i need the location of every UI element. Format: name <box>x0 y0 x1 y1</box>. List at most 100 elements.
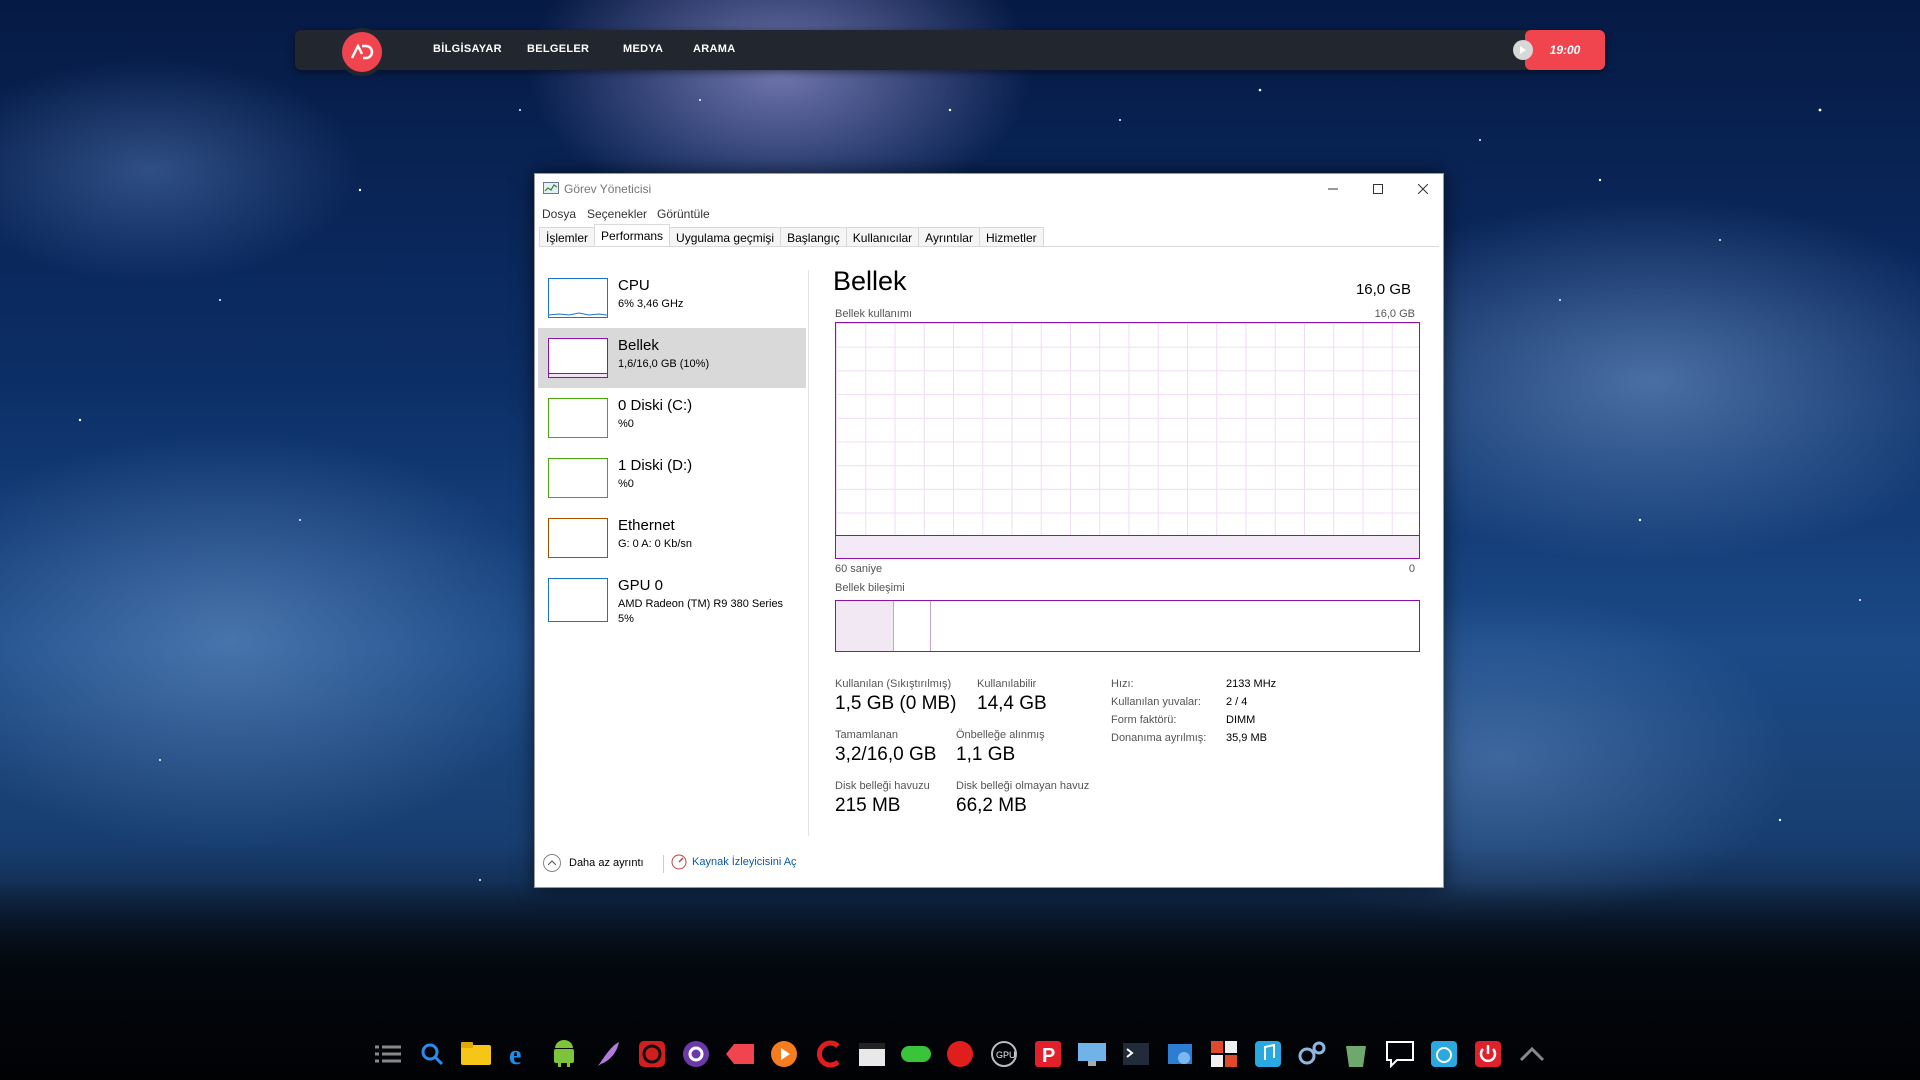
resource-monitor-label: Kaynak İzleyicisini Aç <box>692 856 797 868</box>
menu-dosya[interactable]: Dosya <box>542 207 576 221</box>
play-icon[interactable] <box>766 1036 802 1072</box>
resource-cpu[interactable]: CPU 6% 3,46 GHz <box>538 268 806 328</box>
composition-in-use <box>836 601 894 651</box>
stat-value: 3,2/16,0 GB <box>835 744 937 765</box>
resource-monitor-link[interactable]: Kaynak İzleyicisini Aç <box>671 854 797 870</box>
pinterest-icon[interactable]: P <box>1030 1036 1066 1072</box>
launcher-logo[interactable] <box>338 28 386 76</box>
spec-key: Form faktörü: <box>1111 714 1177 726</box>
minimize-button[interactable] <box>1310 174 1355 204</box>
spec-key: Hızı: <box>1111 678 1134 690</box>
disk-c-thumbnail <box>548 398 608 438</box>
folder-icon[interactable] <box>458 1036 494 1072</box>
composition-label: Bellek bileşimi <box>835 582 905 594</box>
terminal-icon[interactable] <box>1118 1036 1154 1072</box>
android-icon[interactable] <box>546 1036 582 1072</box>
game-icon[interactable] <box>634 1036 670 1072</box>
task-manager-icon <box>543 182 559 194</box>
gpu-icon[interactable]: GPU <box>986 1036 1022 1072</box>
clock[interactable]: 19:00 <box>1525 30 1605 70</box>
nav-belgeler[interactable]: BELGELER <box>527 43 589 55</box>
resource-name: CPU <box>618 277 650 294</box>
close-button[interactable] <box>1400 174 1445 204</box>
monitor-icon[interactable] <box>1074 1036 1110 1072</box>
tab-kullanicilar[interactable]: Kullanıcılar <box>845 227 920 246</box>
resource-sub: AMD Radeon (TM) R9 380 Series 5% <box>618 597 783 627</box>
stat-value: 14,4 GB <box>977 693 1047 714</box>
search-icon[interactable] <box>414 1036 450 1072</box>
red-app-icon[interactable] <box>942 1036 978 1072</box>
maximize-button[interactable] <box>1355 174 1400 204</box>
svg-text:e: e <box>509 1040 521 1068</box>
tab-uygulama-gecmisi[interactable]: Uygulama geçmişi <box>669 227 782 246</box>
stat-label: Kullanılan (Sıkıştırılmış) <box>835 678 952 690</box>
fewer-details-button[interactable]: Daha az ayrıntı <box>543 854 644 872</box>
resource-sub: G: 0 A: 0 Kb/sn <box>618 538 692 550</box>
usage-fill <box>836 534 1419 558</box>
nav-bilgisayar[interactable]: BİLGİSAYAR <box>433 43 502 55</box>
music-icon[interactable] <box>1250 1036 1286 1072</box>
stat-value: 215 MB <box>835 795 901 816</box>
panel-divider <box>808 270 809 836</box>
resource-disk-c[interactable]: 0 Diski (C:) %0 <box>538 388 806 448</box>
power-settings-icon[interactable] <box>1426 1036 1462 1072</box>
play-icon <box>1520 46 1526 54</box>
tab-islemler[interactable]: İşlemler <box>539 227 596 246</box>
nav-arama[interactable]: ARAMA <box>693 43 735 55</box>
nav-medya[interactable]: MEDYA <box>623 43 663 55</box>
app-icon[interactable] <box>810 1036 846 1072</box>
stat-label: Kullanılabilir <box>977 678 1037 690</box>
stat-value: 1,1 GB <box>956 744 1016 765</box>
menu-icon[interactable] <box>370 1036 406 1072</box>
resource-name: 1 Diski (D:) <box>618 457 693 474</box>
browser-icon[interactable] <box>678 1036 714 1072</box>
menu-goruntule[interactable]: Görüntüle <box>657 207 710 221</box>
tab-ayrintilar[interactable]: Ayrıntılar <box>918 227 980 246</box>
resource-gpu[interactable]: GPU 0 AMD Radeon (TM) R9 380 Series 5% <box>538 568 806 628</box>
clock-text: 19:00 <box>1549 43 1581 57</box>
disk-d-thumbnail <box>548 458 608 498</box>
stat-in-use: Kullanılan (Sıkıştırılmış) 1,5 GB (0 MB) <box>835 678 956 715</box>
stat-label: Tamamlanan <box>835 729 898 741</box>
chevron-up-icon[interactable] <box>1514 1036 1550 1072</box>
chat-icon[interactable] <box>1382 1036 1418 1072</box>
clapper-icon[interactable] <box>854 1036 890 1072</box>
menu-secenekler[interactable]: Seçenekler <box>587 207 647 221</box>
internet-explorer-icon[interactable]: e <box>502 1036 538 1072</box>
usage-label: Bellek kullanımı <box>835 308 913 320</box>
memory-composition-bar <box>835 600 1420 652</box>
gamepad-icon[interactable] <box>898 1036 934 1072</box>
tab-performans[interactable]: Performans <box>594 224 671 245</box>
memory-thumbnail <box>548 338 608 378</box>
recycle-bin-icon[interactable] <box>1338 1036 1374 1072</box>
stat-value: 66,2 MB <box>956 795 1027 816</box>
title-bar: Görev Yöneticisi <box>535 174 1443 204</box>
settings-window-icon[interactable] <box>1162 1036 1198 1072</box>
gears-icon[interactable] <box>1294 1036 1330 1072</box>
close-icon <box>1417 184 1428 194</box>
footer-divider <box>663 855 664 873</box>
composition-standby <box>894 601 931 651</box>
logo-icon <box>342 32 382 72</box>
spec-value: 2 / 4 <box>1226 696 1248 708</box>
tab-baslangic[interactable]: Başlangıç <box>780 227 847 246</box>
resource-disk-d[interactable]: 1 Diski (D:) %0 <box>538 448 806 508</box>
maximize-icon <box>1372 184 1383 194</box>
memory-usage-graph <box>835 322 1420 559</box>
spec-key: Kullanılan yuvalar: <box>1111 696 1201 708</box>
resource-ethernet[interactable]: Ethernet G: 0 A: 0 Kb/sn <box>538 508 806 568</box>
resource-sub: %0 <box>618 418 634 430</box>
power-icon[interactable] <box>1470 1036 1506 1072</box>
dock: e GPU P <box>370 1036 1550 1072</box>
tab-hizmetler[interactable]: Hizmetler <box>978 227 1044 246</box>
feather-icon[interactable] <box>590 1036 626 1072</box>
office-icon[interactable] <box>1206 1036 1242 1072</box>
spec-key: Donanıma ayrılmış: <box>1111 732 1207 744</box>
ethernet-thumbnail <box>548 518 608 558</box>
window-title: Görev Yöneticisi <box>564 182 652 196</box>
splash-icon[interactable] <box>722 1036 758 1072</box>
zero-label: 0 <box>1408 563 1415 575</box>
resource-bellek[interactable]: Bellek 1,6/16,0 GB (10%) <box>538 328 806 388</box>
media-play-button[interactable] <box>1513 40 1533 60</box>
task-manager-window: Görev Yöneticisi Dosya Seçenekler Görünt… <box>534 173 1444 888</box>
